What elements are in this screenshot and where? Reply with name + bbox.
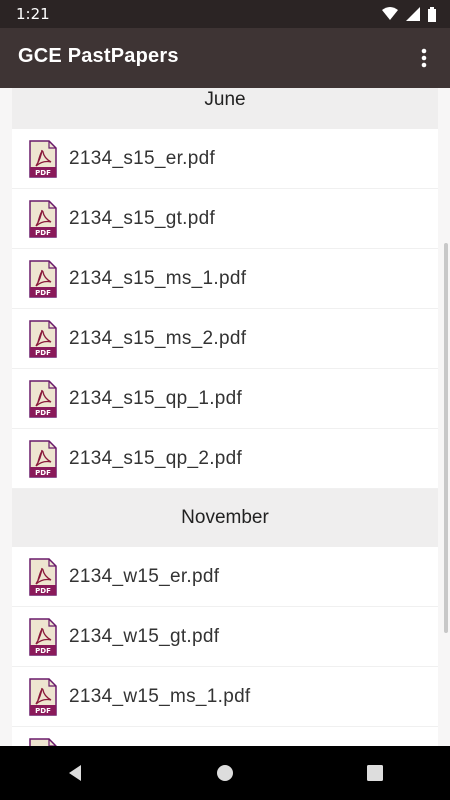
- file-name: 2134_s15_er.pdf: [69, 147, 216, 169]
- file-name: 2134_s15_qp_1.pdf: [69, 387, 243, 409]
- file-row[interactable]: PDF 2134_s15_ms_2.pdf: [12, 309, 438, 369]
- svg-text:PDF: PDF: [35, 409, 51, 417]
- pdf-file-icon: PDF: [29, 319, 57, 358]
- file-row[interactable]: PDF 2134_s15_qp_2.pdf: [12, 429, 438, 489]
- file-row[interactable]: PDF 2134_s15_ms_1.pdf: [12, 249, 438, 309]
- back-icon: [69, 765, 81, 781]
- file-row[interactable]: PDF 2134_s15_gt.pdf: [12, 189, 438, 249]
- signal-icon: [406, 7, 420, 21]
- recents-icon: [367, 765, 383, 781]
- app-bar: GCE PastPapers: [0, 28, 450, 88]
- status-time: 1:21: [16, 5, 50, 23]
- battery-icon: [428, 6, 436, 22]
- section-header: June: [12, 88, 438, 129]
- section-header: November: [12, 489, 438, 547]
- pdf-file-icon: PDF: [29, 199, 57, 238]
- svg-text:PDF: PDF: [35, 469, 51, 477]
- pdf-file-icon: PDF: [29, 557, 57, 596]
- file-name: 2134_w15_gt.pdf: [69, 625, 220, 647]
- file-list[interactable]: June PDF 2134_s15_er.pdf PDF 2134_s15_gt.pdf…: [0, 88, 450, 746]
- pdf-file-icon: PDF: [29, 439, 57, 478]
- file-row[interactable]: PDF 2134_s15_qp_1.pdf: [12, 369, 438, 429]
- more-vert-icon: [421, 48, 427, 68]
- file-name: 2134_s15_qp_2.pdf: [69, 447, 243, 469]
- home-button[interactable]: [195, 753, 255, 793]
- file-row[interactable]: PDF2134_w15_ms_2.pdf: [12, 727, 438, 746]
- wifi-icon: [382, 7, 398, 20]
- home-icon: [217, 765, 233, 781]
- status-icons: [382, 5, 436, 23]
- pdf-file-icon: PDF: [29, 139, 57, 178]
- file-list-card: June PDF 2134_s15_er.pdf PDF 2134_s15_gt.pdf…: [12, 88, 438, 746]
- pdf-file-icon: PDF: [29, 617, 57, 656]
- file-row[interactable]: PDF 2134_w15_ms_1.pdf: [12, 667, 438, 727]
- file-name: 2134_s15_gt.pdf: [69, 207, 216, 229]
- overflow-menu-button[interactable]: [408, 42, 440, 74]
- svg-text:PDF: PDF: [35, 349, 51, 357]
- file-name: 2134_s15_ms_1.pdf: [69, 267, 247, 289]
- file-name: 2134_w15_ms_1.pdf: [69, 685, 251, 707]
- svg-text:PDF: PDF: [35, 587, 51, 595]
- svg-text:PDF: PDF: [35, 289, 51, 297]
- status-bar: 1:21: [0, 0, 450, 28]
- svg-text:PDF: PDF: [35, 229, 51, 237]
- file-row[interactable]: PDF 2134_w15_gt.pdf: [12, 607, 438, 667]
- file-name: 2134_s15_ms_2.pdf: [69, 327, 247, 349]
- pdf-file-icon: PDF: [29, 737, 57, 746]
- app-title: GCE PastPapers: [18, 45, 179, 67]
- file-row[interactable]: PDF 2134_w15_er.pdf: [12, 547, 438, 607]
- back-button[interactable]: [45, 753, 105, 793]
- svg-text:PDF: PDF: [35, 169, 51, 177]
- scrollbar[interactable]: [444, 243, 448, 633]
- pdf-file-icon: PDF: [29, 677, 57, 716]
- recents-button[interactable]: [345, 753, 405, 793]
- svg-text:PDF: PDF: [35, 707, 51, 715]
- svg-text:PDF: PDF: [35, 647, 51, 655]
- navigation-bar: [0, 746, 450, 800]
- pdf-file-icon: PDF: [29, 379, 57, 418]
- file-row[interactable]: PDF 2134_s15_er.pdf: [12, 129, 438, 189]
- file-name: 2134_w15_er.pdf: [69, 565, 220, 587]
- pdf-file-icon: PDF: [29, 259, 57, 298]
